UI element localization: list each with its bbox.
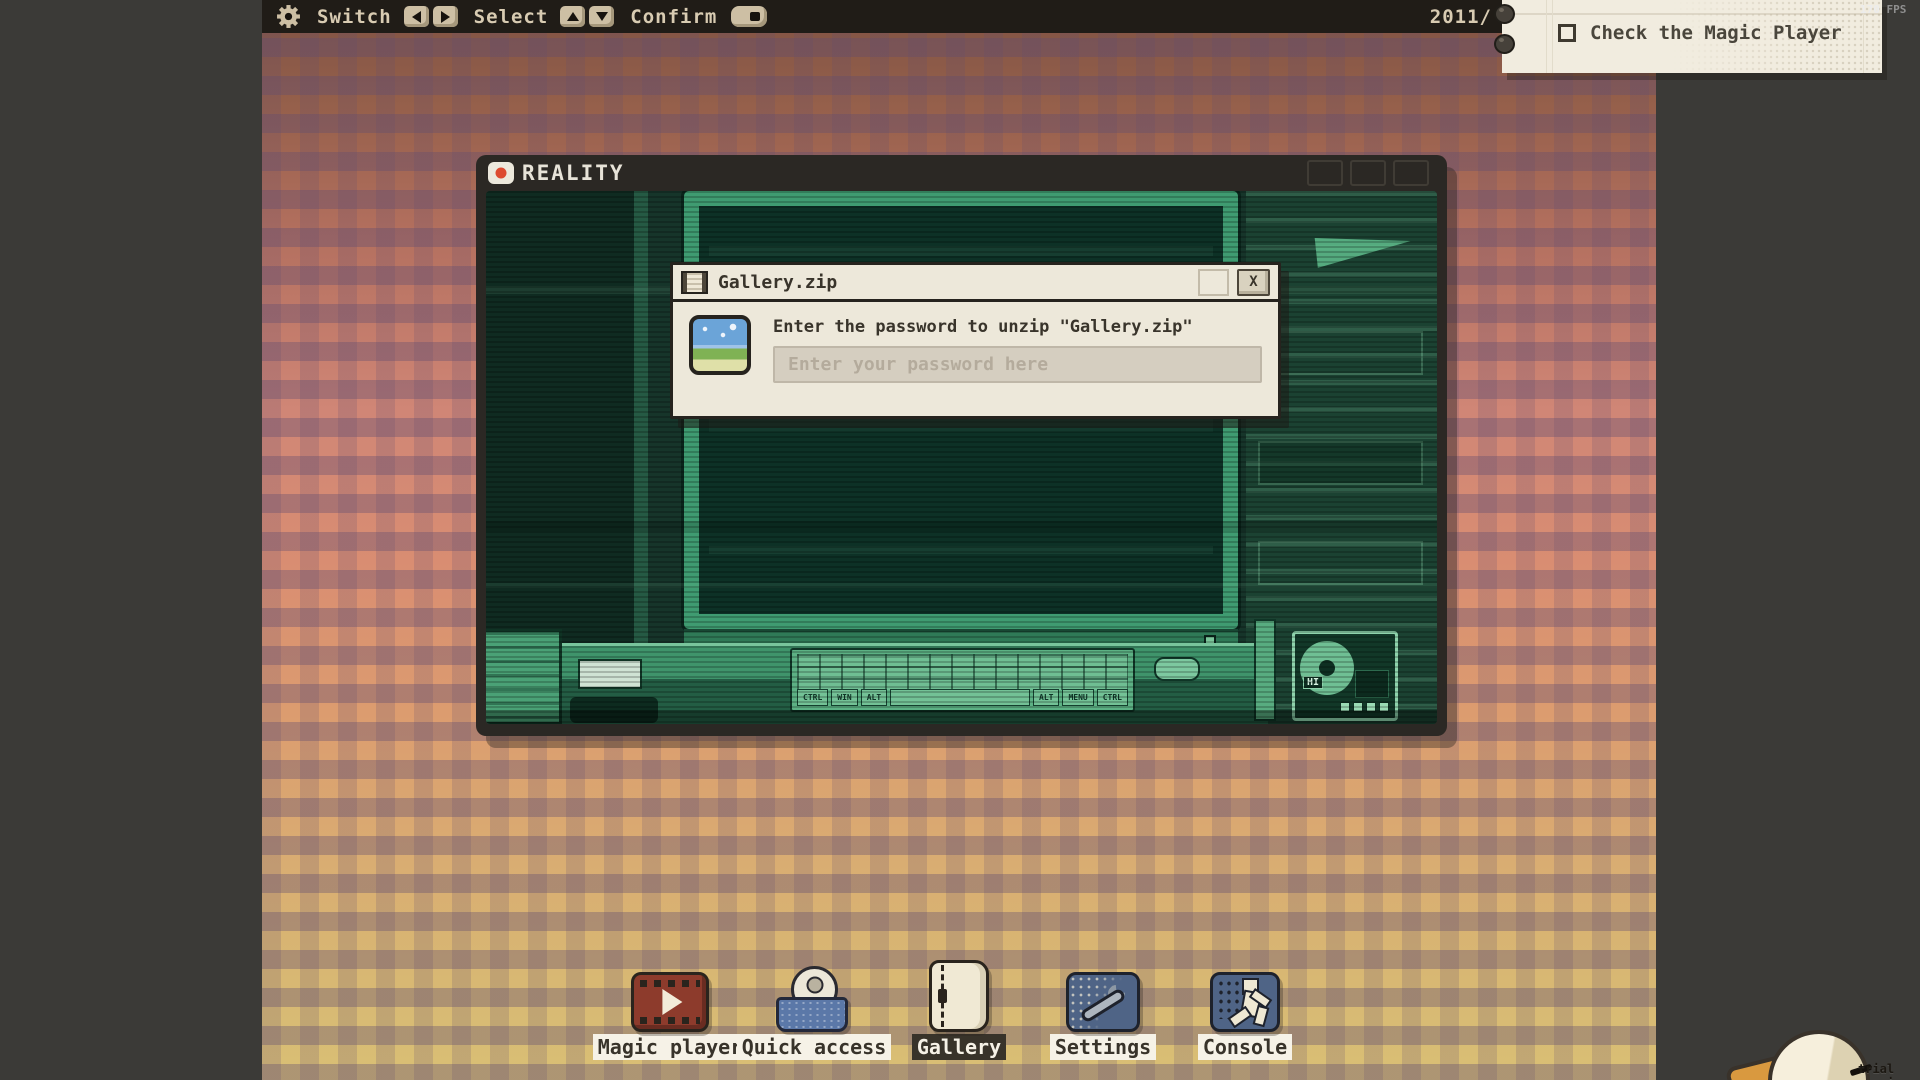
select-down-button[interactable] [589,6,614,27]
switch-right-button[interactable] [433,6,458,27]
app-label-console: Console [1198,1034,1292,1060]
key-space [890,689,1030,706]
reality-window: REALITY [476,155,1447,736]
dialog-body: Enter the password to unzip "Gallery.zip… [673,302,1278,396]
keyboard-key-grid [797,654,1128,690]
scene-mouse [1154,657,1200,681]
screen-glow [709,546,1213,554]
app-console[interactable]: Console [1165,958,1325,1060]
dialog-close-button[interactable]: X [1237,269,1270,296]
bag-icon [776,997,848,1032]
reality-window-title: REALITY [522,161,625,185]
console-icon [1210,972,1280,1032]
dialog-message: Enter the password to unzip "Gallery.zip… [773,317,1262,337]
gallery-icon [929,960,989,1032]
pushpin-icon [1490,32,1514,54]
app-gallery[interactable]: Gallery [879,958,1039,1060]
scene-cd-player: HI [1292,631,1398,721]
landscape-image-icon [689,315,751,375]
app-icon-wrap [1210,958,1280,1032]
key-win: WIN [831,689,857,706]
scene-small-device [578,659,642,689]
app-label-settings: Settings [1050,1034,1156,1060]
confirm-button-dot [750,12,760,21]
fps-value: 170 [1860,3,1880,16]
switch-hint-label: Switch [317,6,392,28]
cd-player-panel [1355,670,1389,698]
app-magic-player[interactable]: Magic player [590,958,750,1060]
scene-keyboard: CTRL WIN ALT ALT MENU CTRL [790,648,1135,712]
confirm-button-icon[interactable] [731,6,767,27]
shelf-board [1258,441,1423,485]
quick-access-icon [776,966,852,1032]
settings-icon [1066,972,1140,1032]
key-menu: MENU [1062,689,1093,706]
window-control-button[interactable] [1350,160,1386,186]
task-label: Check the Magic Player [1590,22,1842,44]
app-label-magic-player: Magic player [593,1034,748,1060]
select-hint-label: Select [474,6,549,28]
key-ctrl: CTRL [1097,689,1128,706]
app-icon-wrap [776,958,852,1032]
dialog-blank-button[interactable] [1198,269,1229,296]
key-alt: ALT [1033,689,1059,706]
arrow-up-icon [567,12,579,21]
trial-version-watermark: trial version [1858,1062,1920,1080]
arrow-left-icon [412,11,421,23]
arrow-down-icon [596,12,608,21]
arrow-right-icon [441,11,450,23]
password-input[interactable] [773,346,1262,383]
control-hint-bar: Switch Select Confirm 2011/ [262,0,1656,33]
window-control-button[interactable] [1393,160,1429,186]
app-quick-access[interactable]: Quick access [734,958,894,1060]
fps-unit: FPS [1887,3,1907,16]
shelf-board [1258,331,1423,375]
keyboard-bottom-row: CTRL WIN ALT ALT MENU CTRL [797,689,1128,706]
record-icon [488,162,514,184]
dialog-content: Enter the password to unzip "Gallery.zip… [773,315,1262,383]
task-note: Check the Magic Player [1502,0,1882,73]
dialog-buttons: X [1198,269,1270,296]
scene-bottom-shadow [486,710,1437,724]
app-icon-wrap [1066,958,1140,1032]
date-display: 2011/ [1430,6,1492,28]
dialog-title: Gallery.zip [718,272,837,293]
window-control-button[interactable] [1307,160,1343,186]
app-icon-wrap [631,958,709,1032]
note-margin-line [1552,0,1553,73]
note-margin-line [1546,0,1547,73]
key-ctrl: CTRL [797,689,828,706]
film-holes [640,980,700,987]
switch-left-button[interactable] [404,6,429,27]
dialog-titlebar: Gallery.zip X [673,265,1278,302]
reality-titlebar: REALITY [476,155,1447,191]
scene-cd-rack [1254,619,1276,721]
cd-player-label: HI [1303,676,1323,689]
gear-icon[interactable] [276,4,301,29]
shelf-board [1258,541,1423,585]
magic-player-icon [631,972,709,1032]
select-up-button[interactable] [560,6,585,27]
task-item: Check the Magic Player [1558,22,1842,44]
film-holes [640,1017,700,1024]
app-settings[interactable]: Settings [1023,958,1183,1060]
key-alt: ALT [861,689,887,706]
task-checkbox[interactable] [1558,24,1576,42]
crt-glitch-band [486,583,1437,588]
shelf-item [1315,228,1413,268]
pushpin-icon [1490,2,1514,24]
fps-counter: 170 FPS [1860,3,1906,16]
app-label-quick-access: Quick access [737,1034,892,1060]
play-icon [662,989,682,1015]
window-controls [1307,160,1429,186]
confirm-hint-label: Confirm [630,6,717,28]
screen-glow [709,246,1213,256]
app-label-gallery: Gallery [912,1034,1006,1060]
game-screen: Switch Select Confirm 2011/ 170 FPS Chec… [0,0,1920,1080]
crt-glitch-band [486,521,1437,531]
gallery-zip-dialog: Gallery.zip X Enter the password to unzi… [670,262,1281,419]
app-icon-wrap [929,958,989,1032]
zip-file-icon [681,271,708,294]
